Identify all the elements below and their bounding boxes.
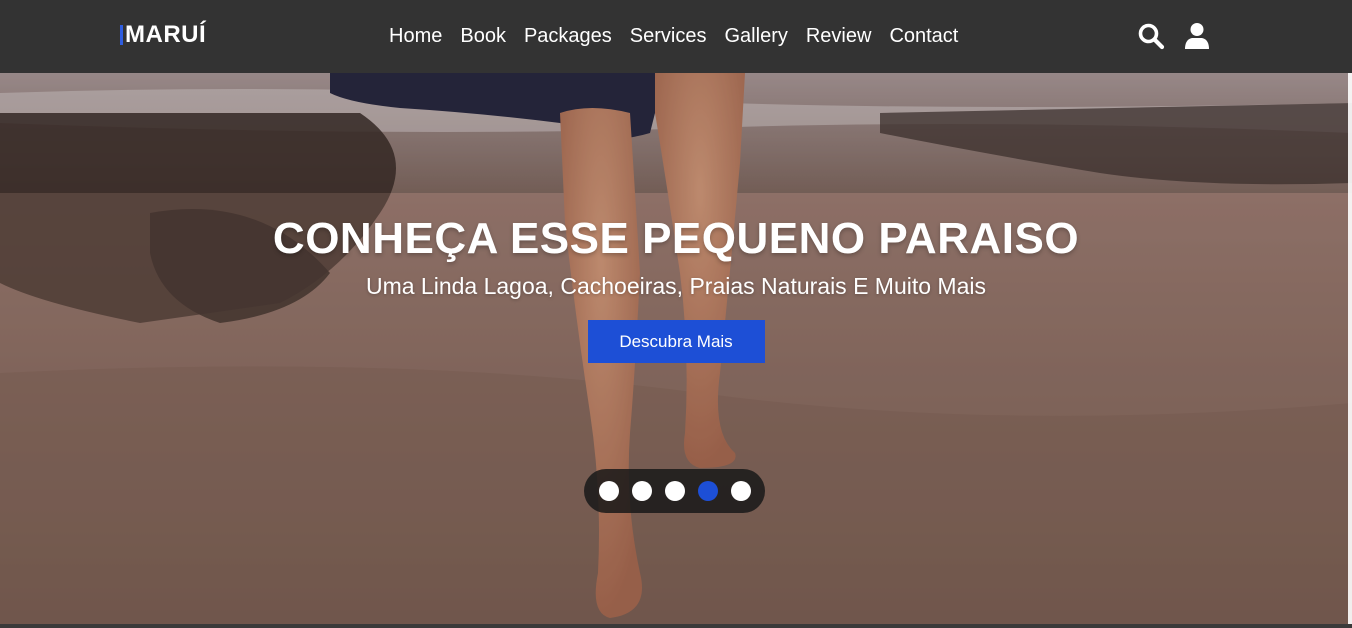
nav-packages[interactable]: Packages [515, 22, 621, 50]
carousel-dot-2[interactable] [631, 481, 652, 501]
hero-content: CONHEÇA ESSE PEQUENO PARAISO Uma Linda L… [0, 213, 1352, 363]
nav-services[interactable]: Services [621, 22, 716, 50]
scrollbar-track[interactable] [1348, 73, 1352, 628]
carousel-pagination [584, 469, 765, 513]
hero-subtitle: Uma Linda Lagoa, Cachoeiras, Praias Natu… [365, 273, 986, 299]
hero-banner: CONHEÇA ESSE PEQUENO PARAISO Uma Linda L… [0, 73, 1352, 628]
nav-contact[interactable]: Contact [880, 22, 967, 50]
bottom-divider [0, 624, 1352, 628]
user-icon[interactable] [1184, 22, 1212, 50]
search-icon[interactable] [1137, 22, 1165, 50]
nav-review[interactable]: Review [797, 22, 881, 50]
nav-gallery[interactable]: Gallery [716, 22, 797, 50]
carousel-dot-1[interactable] [598, 481, 619, 501]
carousel-dot-4[interactable] [697, 481, 718, 501]
brand-logo[interactable]: MARUÍ [120, 20, 206, 50]
nav-home[interactable]: Home [380, 22, 451, 50]
logo-accent-bar [120, 25, 123, 45]
hero-title: CONHEÇA ESSE PEQUENO PARAISO [272, 214, 1080, 263]
top-navbar: MARUÍ Home Book Packages Services Galler… [0, 0, 1352, 73]
carousel-dot-5[interactable] [730, 481, 751, 501]
carousel-dot-3[interactable] [664, 481, 685, 501]
discover-more-button[interactable]: Descubra Mais [587, 320, 765, 363]
main-nav: Home Book Packages Services Gallery Revi… [380, 22, 967, 50]
brand-name: MARUÍ [125, 21, 207, 48]
nav-book[interactable]: Book [451, 22, 515, 50]
